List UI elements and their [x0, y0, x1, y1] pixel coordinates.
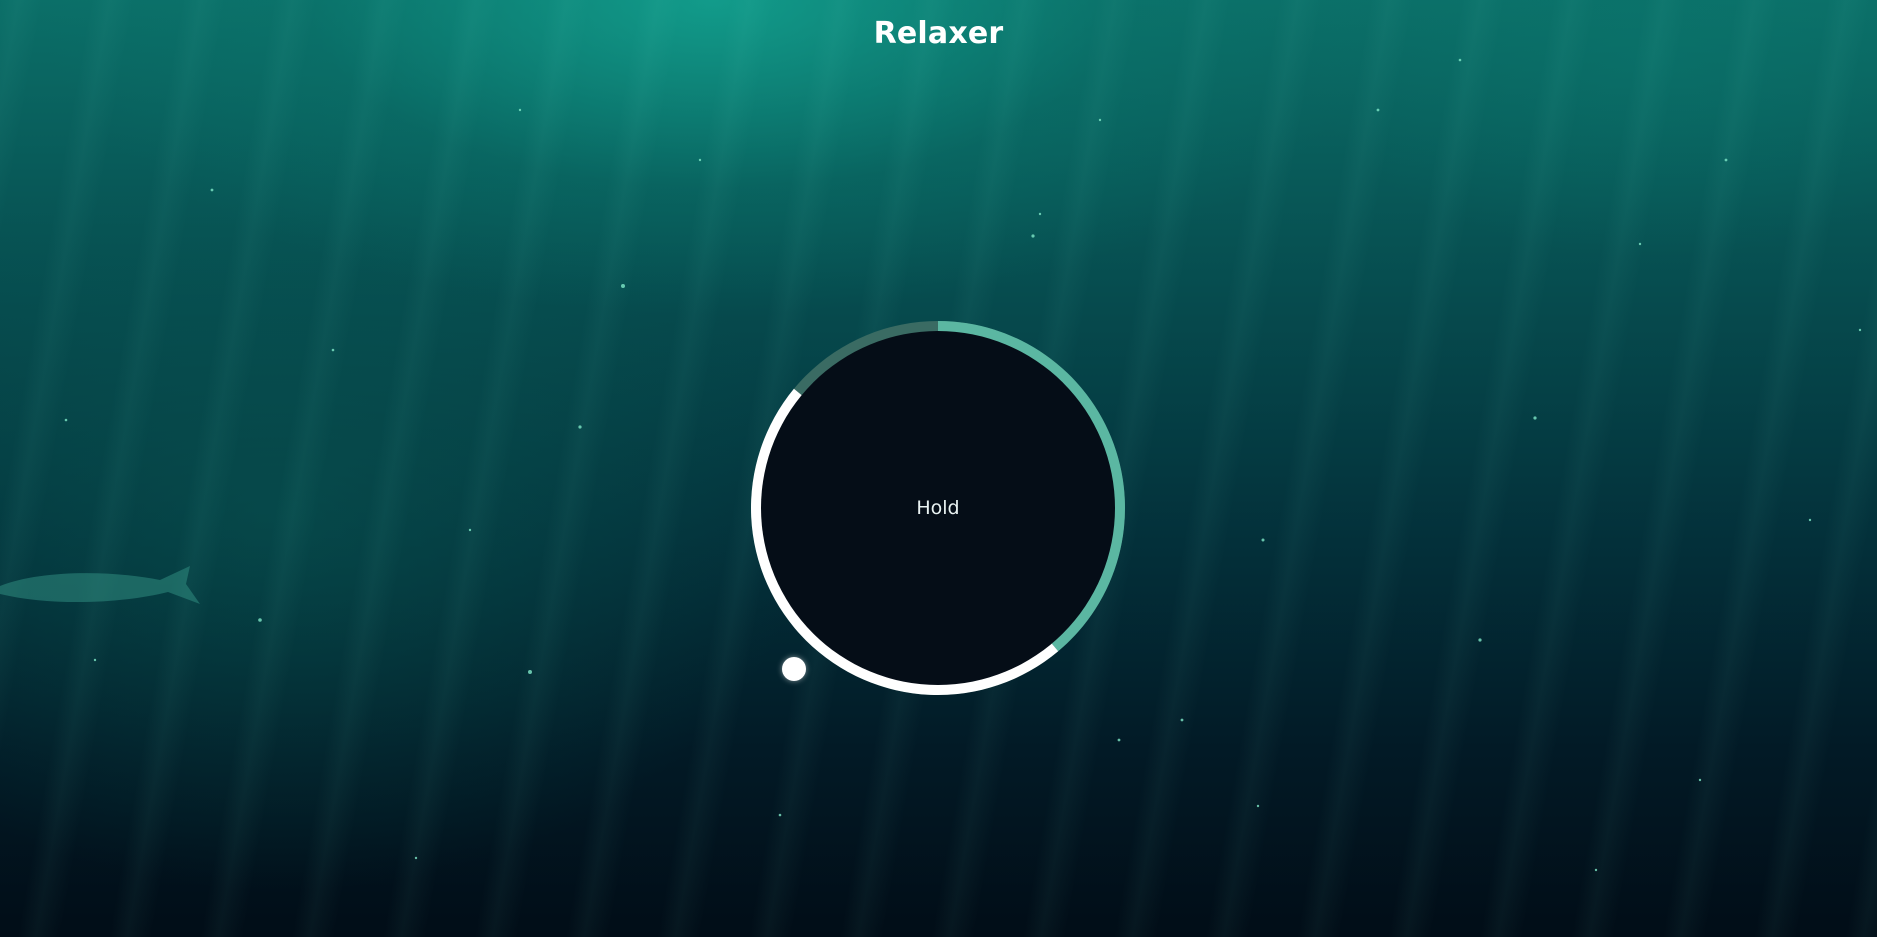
progress-pointer-dot	[782, 657, 806, 681]
phase-label: Hold	[916, 497, 960, 519]
whale-silhouette	[0, 566, 200, 604]
app-title: Relaxer	[873, 16, 1004, 51]
breathing-circle[interactable]: Hold	[744, 314, 1132, 702]
